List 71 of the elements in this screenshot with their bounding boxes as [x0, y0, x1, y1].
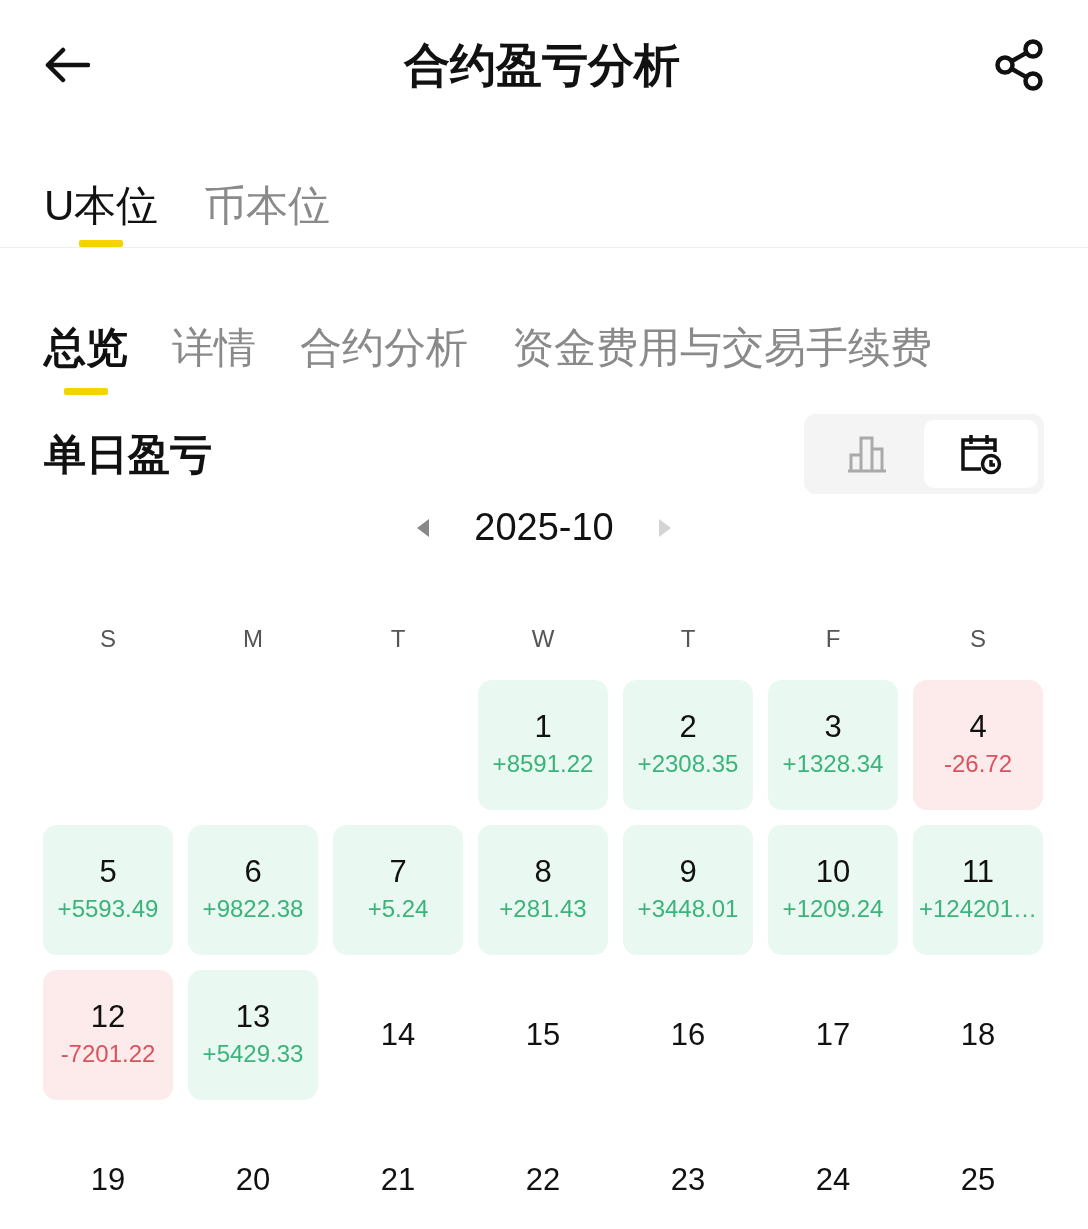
pnl-value: +8591.22	[492, 748, 594, 779]
day-number: 1	[534, 708, 552, 746]
pnl-value: +1209.24	[782, 893, 884, 924]
day-cell[interactable]: 2 +2308.35	[623, 680, 753, 810]
day-number: 13	[235, 998, 271, 1036]
day-number[interactable]: 16	[670, 1016, 706, 1054]
day-number: 6	[244, 853, 262, 891]
weekday-label: M	[242, 624, 264, 654]
bar-chart-icon	[847, 435, 887, 473]
pnl-value: +5429.33	[202, 1038, 304, 1069]
pnl-value: +5593.49	[57, 893, 159, 924]
pnl-value: +1328.34	[782, 748, 884, 779]
share-icon[interactable]	[994, 39, 1044, 91]
day-number: 3	[824, 708, 842, 746]
day-number: 8	[534, 853, 552, 891]
day-number: 2	[679, 708, 697, 746]
weekday-label: F	[824, 624, 842, 654]
back-icon[interactable]	[44, 47, 90, 83]
day-cell[interactable]: 11 +124201…	[913, 825, 1043, 955]
pnl-value: -7201.22	[60, 1038, 156, 1069]
month-label: 2025-10	[474, 505, 614, 550]
day-number[interactable]: 20	[235, 1161, 271, 1199]
day-cell[interactable]: 4 -26.72	[913, 680, 1043, 810]
day-number[interactable]: 25	[960, 1161, 996, 1199]
day-cell[interactable]: 3 +1328.34	[768, 680, 898, 810]
day-cell[interactable]: 9 +3448.01	[623, 825, 753, 955]
pnl-value: +2308.35	[637, 748, 739, 779]
day-cell[interactable]: 12 -7201.22	[43, 970, 173, 1100]
day-cell[interactable]: 8 +281.43	[478, 825, 608, 955]
day-cell[interactable]: 7 +5.24	[333, 825, 463, 955]
section-title: 单日盈亏	[44, 429, 212, 480]
day-number[interactable]: 18	[960, 1016, 996, 1054]
day-number: 4	[969, 708, 987, 746]
day-number: 11	[961, 853, 995, 891]
day-cell[interactable]: 10 +1209.24	[768, 825, 898, 955]
tab[interactable]: U本位	[44, 174, 159, 237]
day-number[interactable]: 19	[90, 1161, 126, 1199]
tab-indicator	[64, 388, 108, 395]
pnl-value: +9822.38	[202, 893, 304, 924]
pnl-value: +281.43	[499, 893, 587, 924]
day-number[interactable]: 23	[670, 1161, 706, 1199]
weekday-label: T	[679, 624, 697, 654]
calendar-clock-icon	[959, 433, 1003, 475]
pnl-value: +5.24	[367, 893, 429, 924]
weekday-label: S	[969, 624, 987, 654]
pnl-value: +124201…	[918, 893, 1038, 924]
day-number: 7	[389, 853, 407, 891]
tab-indicator	[79, 240, 124, 247]
day-cell[interactable]: 5 +5593.49	[43, 825, 173, 955]
day-cell[interactable]: 13 +5429.33	[188, 970, 318, 1100]
view-button[interactable]	[924, 420, 1038, 488]
day-cell[interactable]: 1 +8591.22	[478, 680, 608, 810]
day-number[interactable]: 15	[525, 1016, 561, 1054]
day-number[interactable]: 21	[380, 1161, 416, 1199]
weekday-label: W	[530, 624, 556, 654]
day-number: 10	[815, 853, 851, 891]
weekday-label: T	[389, 624, 407, 654]
day-cell[interactable]: 6 +9822.38	[188, 825, 318, 955]
day-number[interactable]: 24	[815, 1161, 851, 1199]
day-number: 9	[679, 853, 697, 891]
page-title: 合约盈亏分析	[404, 37, 680, 93]
previous-month-icon[interactable]	[416, 517, 431, 538]
day-number[interactable]: 22	[525, 1161, 561, 1199]
pnl-value: -26.72	[943, 748, 1013, 779]
day-number[interactable]: 14	[380, 1016, 416, 1054]
day-number: 12	[90, 998, 126, 1036]
pnl-value: +3448.01	[637, 893, 739, 924]
weekday-label: S	[99, 624, 117, 654]
day-number: 5	[99, 853, 117, 891]
tab[interactable]: 总览	[44, 316, 128, 379]
day-number[interactable]: 17	[815, 1016, 851, 1054]
